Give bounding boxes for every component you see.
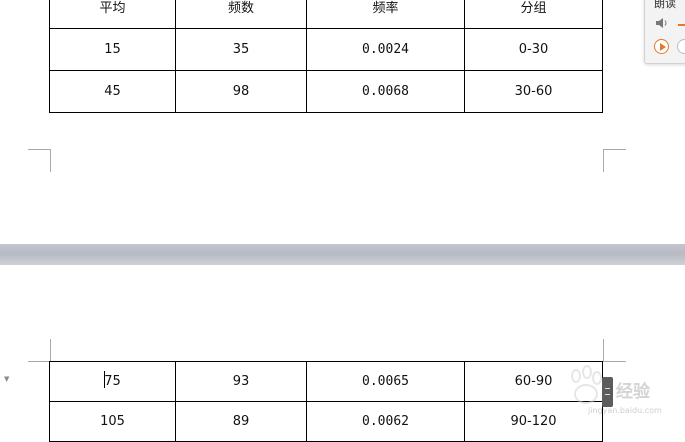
table-cell[interactable]: 98 bbox=[175, 70, 307, 113]
speaker-icon[interactable] bbox=[655, 17, 669, 29]
table-header-row: 平均 频数 频率 分组 bbox=[49, 0, 603, 29]
table-cell[interactable]: 35 bbox=[175, 28, 307, 71]
margin-arrow-icon: ▼ bbox=[4, 375, 10, 383]
table-cell[interactable]: 30-60 bbox=[464, 70, 603, 113]
play-button[interactable] bbox=[654, 39, 669, 54]
header-cell-frequency[interactable]: 频数 bbox=[175, 0, 307, 29]
text-cursor bbox=[104, 371, 105, 388]
table-row: 45 98 0.0068 30-60 bbox=[49, 70, 603, 113]
header-cell-average[interactable]: 平均 bbox=[49, 0, 176, 29]
data-table-bottom[interactable]: 75 93 0.0065 60-90 105 89 0.0062 90-120 bbox=[49, 361, 603, 442]
page-corner-mark bbox=[28, 339, 51, 362]
page-corner-mark bbox=[603, 339, 626, 362]
volume-slider[interactable] bbox=[678, 24, 685, 26]
page-separator bbox=[0, 244, 685, 265]
document-page-2[interactable]: ▼ 75 93 0.0065 60-90 105 89 0.0062 90-12… bbox=[0, 265, 685, 442]
table-cell[interactable]: 0-30 bbox=[464, 28, 603, 71]
table-cell[interactable]: 0.0062 bbox=[306, 401, 465, 442]
header-cell-rate[interactable]: 频率 bbox=[306, 0, 465, 29]
document-page-1[interactable]: 平均 频数 频率 分组 15 35 0.0024 0-30 45 98 0.00… bbox=[0, 0, 685, 244]
table-row: 15 35 0.0024 0-30 bbox=[49, 28, 603, 71]
table-cell[interactable]: 45 bbox=[49, 70, 176, 113]
table-cell[interactable]: 0.0065 bbox=[306, 361, 465, 402]
watermark-url: jingyan.baidu.com bbox=[588, 406, 662, 415]
table-row: 105 89 0.0062 90-120 bbox=[49, 401, 603, 442]
page-corner-mark bbox=[603, 149, 626, 172]
table-row: 75 93 0.0065 60-90 bbox=[49, 361, 603, 402]
header-cell-group[interactable]: 分组 bbox=[464, 0, 603, 29]
read-aloud-title: 朗读 bbox=[654, 0, 676, 10]
table-cell[interactable]: 15 bbox=[49, 28, 176, 71]
table-cell[interactable]: 0.0024 bbox=[306, 28, 465, 71]
table-cell[interactable]: 0.0068 bbox=[306, 70, 465, 113]
stop-button[interactable] bbox=[677, 39, 685, 54]
watermark-text: 经验 bbox=[616, 382, 650, 402]
table-cell[interactable]: 75 bbox=[49, 361, 176, 402]
table-cell[interactable]: 93 bbox=[175, 361, 307, 402]
read-aloud-panel: 朗读 bbox=[644, 0, 685, 64]
page-corner-mark bbox=[28, 149, 51, 172]
data-table-top[interactable]: 平均 频数 频率 分组 15 35 0.0024 0-30 45 98 0.00… bbox=[49, 0, 603, 113]
table-cell[interactable]: 89 bbox=[175, 401, 307, 442]
table-cell[interactable]: 105 bbox=[49, 401, 176, 442]
